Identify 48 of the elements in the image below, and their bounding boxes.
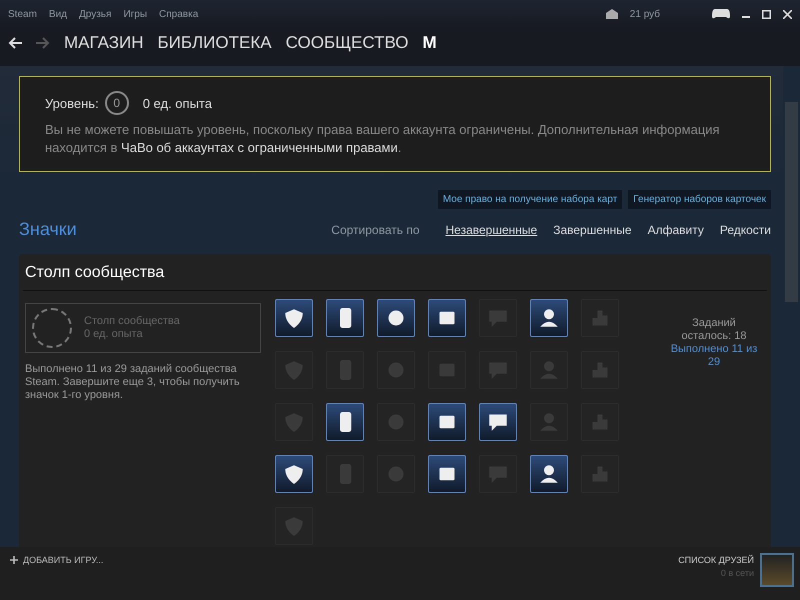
sort-option[interactable]: Редкости (704, 222, 771, 236)
restriction-notice: Вы не можете повышать уровень, поскольку права вашего аккаунта ограничены. Дополнительная информация находится в ЧаВо об аккаунтах с ограниченными правами. (45, 121, 721, 157)
tasks-done: Выполнено 11 из 29 (670, 343, 758, 369)
panel-title: Столп сообщества (23, 254, 767, 291)
close-icon[interactable] (783, 10, 792, 18)
task-badge-icon[interactable] (428, 403, 466, 441)
menu-item[interactable]: Вид (48, 8, 67, 20)
task-badge-icon[interactable] (326, 403, 364, 441)
badge-xp: 0 ед. опыта (84, 328, 144, 341)
progress-description: Выполнено 11 из 29 заданий сообщества Steam. Завершите еще 3, чтобы получить значок 1-го уровня. (25, 363, 241, 402)
sort-option[interactable]: Алфавиту (632, 222, 704, 236)
badges-title: Значки (19, 219, 77, 240)
maximize-icon[interactable] (762, 10, 771, 18)
sort-label: Сортировать по (331, 222, 420, 236)
task-badge-icon[interactable] (428, 455, 466, 493)
tasks-remaining: Заданий осталось: 18 (680, 317, 748, 343)
gamepad-icon[interactable] (712, 8, 730, 20)
card-button[interactable]: Мое право на получение набора карт (438, 190, 622, 209)
level-badge: 0 (104, 91, 129, 115)
menu-item[interactable]: Друзья (79, 8, 112, 20)
nav-tab[interactable]: МАГАЗИН (64, 33, 144, 53)
task-badge-icon[interactable] (530, 299, 568, 337)
badge-name: Столп сообщества (84, 315, 180, 328)
level-label: Уровень: (45, 96, 99, 110)
friends-list-button[interactable]: СПИСОК ДРУЗЕЙ (678, 555, 754, 565)
menu-item[interactable]: Справка (159, 8, 198, 20)
nav-tab[interactable]: СООБЩЕСТВО (286, 33, 408, 53)
sort-option[interactable]: Завершенные (537, 222, 632, 236)
nav-tab[interactable]: M (422, 33, 437, 53)
avatar-placeholder[interactable] (760, 553, 794, 587)
task-badge-icon[interactable] (275, 455, 313, 493)
add-game-button[interactable]: ДОБАВИТЬ ИГРУ... (10, 555, 104, 565)
card-button[interactable]: Генератор наборов карточек (628, 190, 771, 209)
nav-tab[interactable]: БИБЛИОТЕКА (157, 33, 272, 53)
menu-item[interactable]: Игры (123, 8, 148, 20)
task-badge-icon[interactable] (428, 299, 466, 337)
plus-icon (10, 556, 18, 564)
sort-option[interactable]: Незавершенные (430, 222, 538, 236)
task-badge-icon[interactable] (479, 403, 517, 441)
xp-text: 0 ед. опыта (142, 96, 212, 110)
wallet-balance: 21 руб (630, 8, 660, 20)
task-badge-icon[interactable] (530, 455, 568, 493)
empty-badge-icon (32, 308, 72, 348)
faq-link[interactable]: ЧаВо об аккаунтах с ограниченными правами (121, 140, 398, 155)
task-badge-icon[interactable] (377, 299, 415, 337)
menu-item[interactable]: Steam (8, 8, 37, 20)
task-badge-icon[interactable] (275, 299, 313, 337)
task-badge-icon[interactable] (326, 299, 364, 337)
